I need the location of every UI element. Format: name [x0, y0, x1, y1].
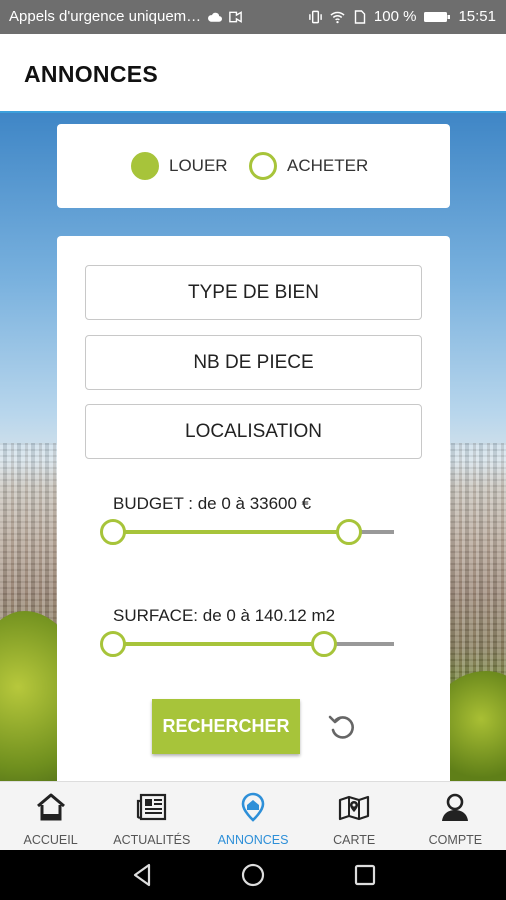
radio-louer-circle[interactable] [131, 152, 159, 180]
status-bar: Appels d'urgence uniquem… 100 % 15:51 [0, 0, 506, 34]
system-navigation-bar [0, 850, 506, 900]
radio-acheter-circle[interactable] [249, 152, 277, 180]
nav-item-compte[interactable]: COMPTE [405, 782, 506, 850]
back-icon[interactable] [130, 862, 156, 888]
map-icon [339, 795, 370, 821]
home-circle-icon[interactable] [240, 862, 266, 888]
nav-label-compte: COMPTE [428, 833, 483, 847]
radio-louer-label: LOUER [169, 156, 228, 175]
bottom-navigation: ACCUEIL ACTUALITÉS ANNONCES CARTE COMPTE [0, 781, 506, 850]
nav-label-carte: CARTE [333, 833, 376, 847]
nav-item-actualites[interactable]: ACTUALITÉS [101, 782, 202, 850]
nav-label-accueil: ACCUEIL [23, 833, 78, 847]
app-header: ANNONCES [0, 34, 506, 113]
news-icon [136, 793, 166, 821]
sim-icon [354, 9, 366, 24]
recents-icon[interactable] [352, 862, 378, 888]
radio-louer[interactable]: LOUER [131, 152, 228, 180]
nav-label-actualites: ACTUALITÉS [113, 833, 191, 847]
nav-label-annonces: ANNONCES [217, 833, 289, 847]
user-icon [442, 793, 469, 821]
nav-item-carte[interactable]: CARTE [304, 782, 405, 850]
budget-label: BUDGET : de 0 à 33600 € [113, 494, 312, 513]
battery-icon [424, 11, 451, 22]
radio-acheter-label: ACHETER [287, 156, 369, 175]
search-button[interactable]: RECHERCHER [152, 699, 300, 754]
clock: 15:51 [458, 8, 496, 25]
budget-slider[interactable] [100, 519, 394, 545]
budget-min-handle[interactable] [100, 519, 126, 545]
wifi-icon [330, 11, 345, 23]
cloud-icon [208, 12, 223, 22]
surface-min-handle[interactable] [100, 631, 126, 657]
reset-icon[interactable] [327, 712, 357, 742]
transaction-type-card: LOUER ACHETER [57, 124, 450, 208]
rooms-select[interactable]: NB DE PIECE [85, 335, 422, 390]
nav-item-annonces[interactable]: ANNONCES [202, 782, 303, 850]
notification-icon [229, 10, 242, 23]
surface-max-handle[interactable] [310, 631, 337, 657]
budget-slider-fill [113, 530, 350, 534]
location-select[interactable]: LOCALISATION [85, 404, 422, 459]
budget-max-handle[interactable] [336, 519, 363, 545]
nav-item-accueil[interactable]: ACCUEIL [0, 782, 101, 850]
location-pin-icon [241, 792, 265, 822]
surface-slider[interactable] [100, 631, 394, 657]
property-type-select[interactable]: TYPE DE BIEN [85, 265, 422, 320]
vibrate-icon [309, 10, 322, 23]
home-icon [36, 793, 65, 821]
carrier-text: Appels d'urgence uniquem… [9, 8, 202, 25]
battery-percent: 100 % [373, 8, 417, 25]
surface-slider-fill [113, 642, 324, 646]
search-form-card: TYPE DE BIEN NB DE PIECE LOCALISATION BU… [57, 236, 450, 796]
radio-acheter[interactable]: ACHETER [249, 152, 368, 180]
surface-label: SURFACE: de 0 à 140.12 m2 [113, 606, 336, 625]
page-title: ANNONCES [24, 61, 159, 87]
